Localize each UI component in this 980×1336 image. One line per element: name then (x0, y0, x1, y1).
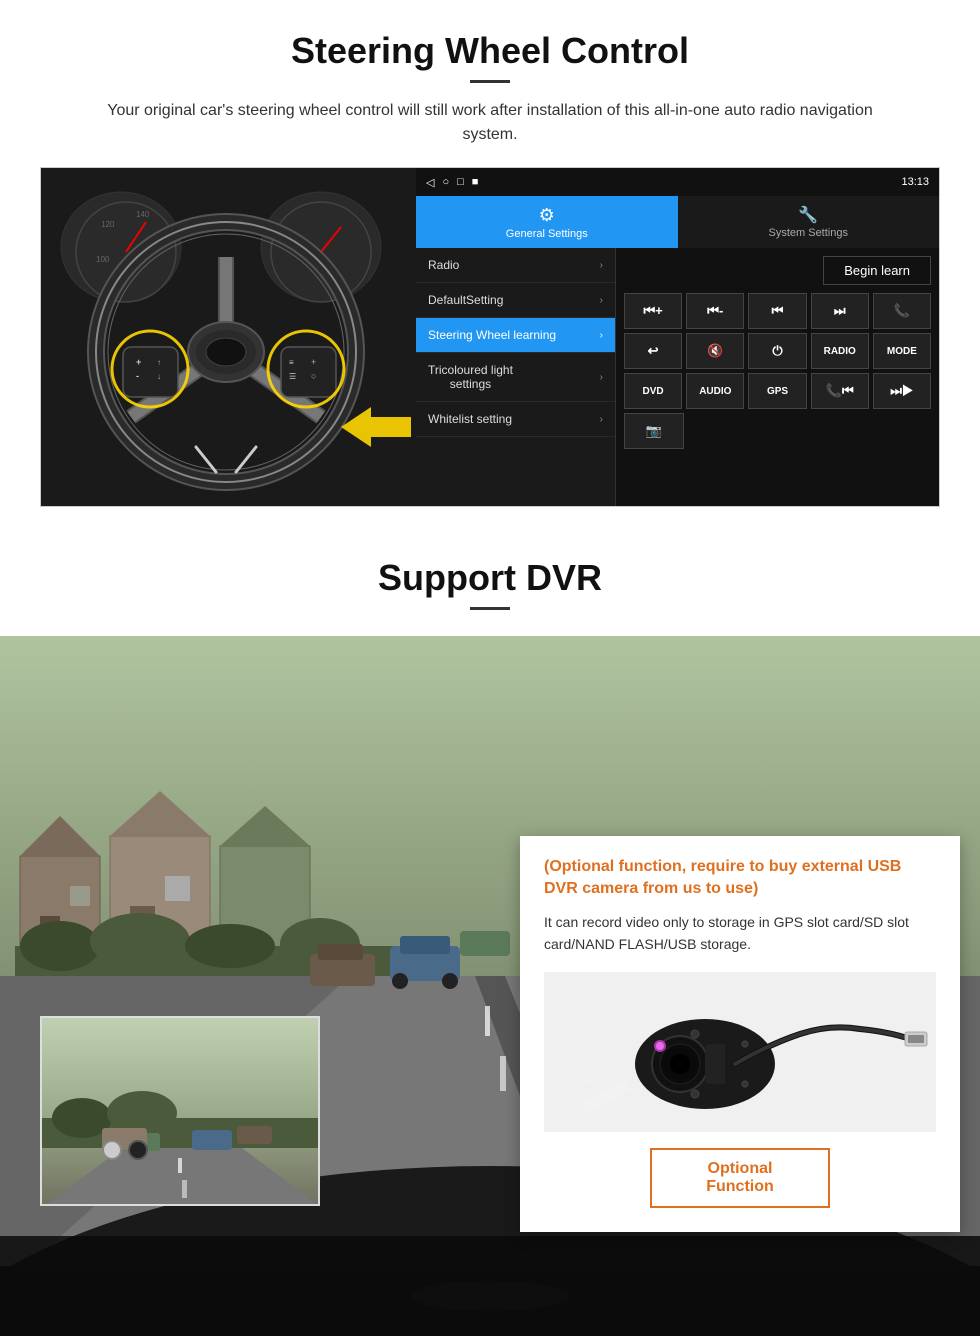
power-btn[interactable]: ⏻ (748, 333, 806, 369)
svg-text:+: + (311, 357, 316, 367)
tab-general-settings[interactable]: ⚙ General Settings (416, 196, 678, 248)
control-row-4: 📷 (624, 413, 931, 449)
android-tabs: ⚙ General Settings 🔧 System Settings (416, 196, 939, 248)
recents-icon: □ (457, 176, 464, 189)
prev-btn[interactable]: ⏮ (748, 293, 806, 329)
begin-learn-row: Begin learn (624, 256, 931, 285)
cast-icon: ■ (472, 176, 479, 189)
steering-description: Your original car's steering wheel contr… (80, 99, 900, 147)
control-row-1: ⏮+ ⏮- ⏮ ⏭ 📞 (624, 293, 931, 329)
dvr-thumbnail (40, 1016, 320, 1206)
dvd-btn[interactable]: DVD (624, 373, 682, 409)
next-btn[interactable]: ⏭ (811, 293, 869, 329)
steering-wheel-svg: 120 140 100 (41, 168, 416, 506)
chevron-icon: › (600, 414, 603, 425)
chevron-icon: › (600, 295, 603, 306)
svg-text:+: + (136, 357, 141, 367)
status-bar-time: 13:13 (901, 176, 929, 188)
dvr-section: Support DVR (0, 527, 980, 1336)
svg-text:-: - (136, 371, 139, 381)
system-icon: 🔧 (798, 205, 818, 225)
dvr-description: It can record video only to storage in G… (544, 911, 936, 956)
menu-default-label: DefaultSetting (428, 293, 503, 307)
menu-list: Radio › DefaultSetting › Steering Wheel … (416, 248, 616, 506)
menu-item-tricoloured[interactable]: Tricoloured lightsettings › (416, 353, 615, 402)
chevron-icon: › (600, 330, 603, 341)
android-panel: ◁ ○ □ ■ 13:13 ⚙ General Settings 🔧 Syste… (416, 168, 939, 506)
android-content: Radio › DefaultSetting › Steering Wheel … (416, 248, 939, 506)
begin-learn-button[interactable]: Begin learn (823, 256, 931, 285)
menu-steering-label: Steering Wheel learning (428, 328, 556, 342)
menu-item-default[interactable]: DefaultSetting › (416, 283, 615, 318)
phone-btn[interactable]: 📞 (873, 293, 931, 329)
tab-system-settings[interactable]: 🔧 System Settings (678, 196, 940, 248)
dvr-info-card: (Optional function, require to buy exter… (520, 836, 960, 1232)
svg-text:100: 100 (96, 255, 110, 264)
svg-text:140: 140 (136, 210, 150, 219)
dvr-title: Support DVR (40, 557, 940, 599)
title-divider (470, 80, 510, 83)
svg-text:≡: ≡ (289, 358, 294, 367)
menu-radio-label: Radio (428, 258, 459, 272)
next2-btn[interactable]: ⏭▶ (873, 373, 931, 409)
status-bar-nav: ◁ ○ □ ■ (426, 176, 478, 189)
menu-item-whitelist[interactable]: Whitelist setting › (416, 402, 615, 437)
radio-btn[interactable]: RADIO (811, 333, 869, 369)
dvr-header: Support DVR (0, 527, 980, 636)
svg-text:○: ○ (311, 371, 316, 381)
control-panel: Begin learn ⏮+ ⏮- ⏮ ⏭ 📞 ↩ 🔇 (616, 248, 939, 506)
optional-text: (Optional function, require to buy exter… (544, 856, 936, 901)
audio-btn[interactable]: AUDIO (686, 373, 744, 409)
status-bar: ◁ ○ □ ■ 13:13 (416, 168, 939, 196)
gps-btn[interactable]: GPS (748, 373, 806, 409)
tab-general-label: General Settings (506, 228, 588, 240)
dvr-background: (Optional function, require to buy exter… (0, 636, 980, 1336)
steering-photo: 120 140 100 (41, 168, 416, 506)
control-row-3: DVD AUDIO GPS 📞⏮ ⏭▶ (624, 373, 931, 409)
gear-icon: ⚙ (539, 205, 555, 226)
vol-plus-btn[interactable]: ⏮+ (624, 293, 682, 329)
mute-btn[interactable]: 🔇 (686, 333, 744, 369)
steering-demo: 120 140 100 (40, 167, 940, 507)
steering-title: Steering Wheel Control (40, 30, 940, 72)
chevron-icon: › (600, 260, 603, 271)
dvr-title-divider (470, 607, 510, 610)
svg-text:↓: ↓ (157, 372, 161, 381)
svg-text:☰: ☰ (289, 372, 296, 381)
svg-text:↑: ↑ (157, 358, 161, 367)
optional-function-button[interactable]: Optional Function (650, 1148, 830, 1208)
control-grid: ⏮+ ⏮- ⏮ ⏭ 📞 ↩ 🔇 ⏻ RADIO MODE (624, 293, 931, 449)
vol-minus-btn[interactable]: ⏮- (686, 293, 744, 329)
phone-prev-btn[interactable]: 📞⏮ (811, 373, 869, 409)
svg-text:120: 120 (101, 220, 115, 229)
chevron-icon: › (600, 372, 603, 383)
menu-tricoloured-label: Tricoloured lightsettings (428, 363, 513, 391)
dvr-camera-svg (550, 974, 930, 1129)
back-icon: ◁ (426, 176, 434, 189)
control-row-2: ↩ 🔇 ⏻ RADIO MODE (624, 333, 931, 369)
home-icon: ○ (442, 176, 449, 189)
mode-btn[interactable]: MODE (873, 333, 931, 369)
tab-system-label: System Settings (769, 227, 848, 239)
dvr-thumb-svg (42, 1018, 320, 1206)
extra-btn[interactable]: 📷 (624, 413, 684, 449)
menu-item-steering[interactable]: Steering Wheel learning › (416, 318, 615, 353)
menu-whitelist-label: Whitelist setting (428, 412, 512, 426)
back-call-btn[interactable]: ↩ (624, 333, 682, 369)
dvr-camera-image (544, 972, 936, 1132)
menu-item-radio[interactable]: Radio › (416, 248, 615, 283)
steering-section: Steering Wheel Control Your original car… (0, 0, 980, 527)
